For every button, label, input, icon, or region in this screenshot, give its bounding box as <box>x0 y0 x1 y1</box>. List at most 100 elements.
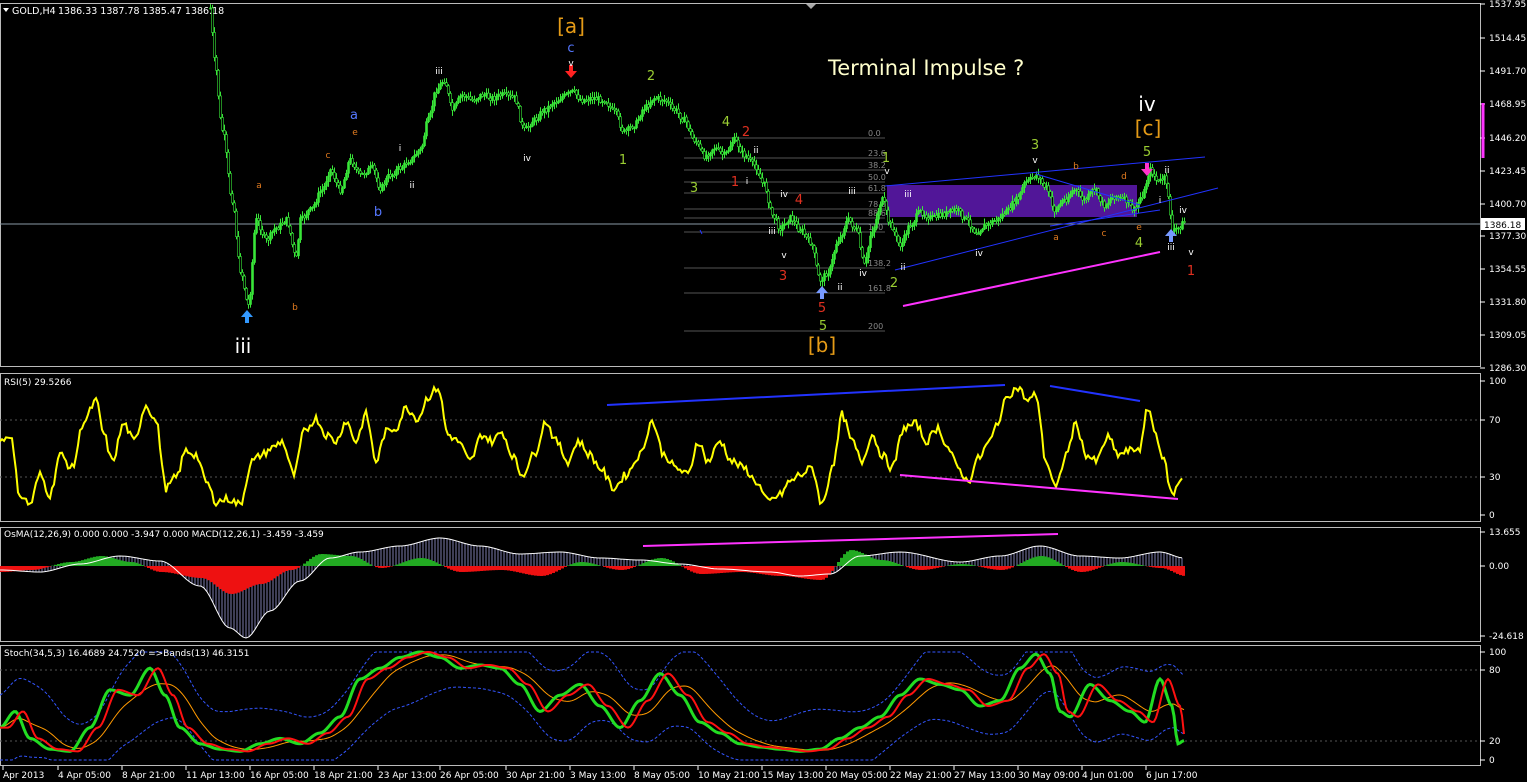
osma-bar <box>321 554 324 566</box>
osma-bar <box>840 557 843 566</box>
osma-bar <box>447 566 450 569</box>
price-candle-body <box>411 157 414 163</box>
stoch-tick-label: 0 <box>1489 756 1495 766</box>
wave-label: c <box>1102 229 1107 239</box>
price-candle-body <box>327 175 330 183</box>
osma-bar <box>1179 566 1182 576</box>
price-candle-body <box>729 145 732 151</box>
macd-label: OsMA(12,26,9) 0.000 0.000 -3.947 0.000 M… <box>4 530 324 540</box>
wave-label: 4 <box>722 115 730 130</box>
price-candle-body <box>843 228 846 236</box>
osma-bar <box>924 566 927 570</box>
osma-bar <box>366 562 369 566</box>
price-candle-body <box>693 137 696 142</box>
price-candle-body <box>659 96 662 101</box>
osma-bar <box>153 566 156 571</box>
price-candle-body <box>925 214 928 218</box>
time-tick-label: 23 Apr 13:00 <box>378 771 437 781</box>
price-candle-body <box>651 100 654 103</box>
price-candle-body <box>819 274 822 282</box>
price-candle-body <box>351 158 354 165</box>
osma-bar <box>690 566 693 572</box>
osma-bar <box>948 565 951 566</box>
osma-bar <box>459 566 462 572</box>
price-candle-body <box>1069 193 1072 198</box>
price-candle-body <box>1049 191 1052 198</box>
wave-label: a <box>350 108 358 123</box>
osma-bar <box>159 566 162 572</box>
osma-bar <box>678 564 681 566</box>
osma-bar <box>906 566 909 568</box>
osma-bar <box>1029 558 1032 566</box>
price-candle-body <box>921 210 924 216</box>
osma-bar <box>918 566 921 570</box>
osma-bar <box>351 556 354 566</box>
osma-bar <box>186 566 189 577</box>
wave-label: v <box>1032 156 1038 166</box>
price-candle-body <box>869 235 872 248</box>
osma-bar <box>1161 566 1164 569</box>
osma-bar <box>132 562 135 566</box>
price-candle-body <box>791 215 794 222</box>
osma-bar <box>3 566 6 572</box>
osma-bar <box>582 562 585 566</box>
price-candle-body <box>981 228 984 232</box>
price-candle-body <box>1123 196 1126 199</box>
osma-bar <box>762 566 765 575</box>
osma-bar <box>402 562 405 566</box>
osma-bar <box>504 566 507 571</box>
osma-bar <box>1017 564 1020 566</box>
price-candle-body <box>893 229 896 233</box>
price-candle-body <box>1055 209 1058 212</box>
wave-label: ii <box>409 181 414 191</box>
osma-bar <box>561 566 564 569</box>
osma-bar <box>279 566 282 575</box>
osma-bar <box>0 566 3 572</box>
osma-bar <box>168 566 171 573</box>
price-candle-body <box>857 227 860 233</box>
wave-label: iv <box>523 154 532 164</box>
price-candle-body <box>1059 203 1062 207</box>
price-candle-body <box>607 102 610 107</box>
price-candle-body <box>561 96 564 101</box>
osma-bar <box>978 566 981 567</box>
price-candle-body <box>865 257 868 264</box>
price-candle-body <box>225 134 228 153</box>
price-candle-body <box>859 232 862 248</box>
osma-bar <box>771 566 774 576</box>
price-candle-body <box>797 224 800 232</box>
osma-bar <box>24 566 27 571</box>
osma-bar <box>45 566 48 568</box>
price-candle-body <box>747 155 750 159</box>
price-candle-body <box>831 259 834 267</box>
osma-bar <box>405 561 408 566</box>
price-candle-body <box>979 231 982 235</box>
osma-bar <box>714 566 717 574</box>
osma-bar <box>498 566 501 571</box>
osma-bar <box>165 566 168 573</box>
osma-bar <box>201 566 204 579</box>
price-candle-body <box>289 225 292 234</box>
osma-bar <box>399 563 402 566</box>
price-candle-body <box>753 160 756 166</box>
osma-bar <box>1086 566 1089 572</box>
osma-bar <box>570 564 573 566</box>
osma-bar <box>900 565 903 566</box>
osma-bar <box>639 564 642 566</box>
price-candle-body <box>333 172 336 179</box>
osma-bar <box>144 566 147 567</box>
time-tick-label: 30 Apr 21:00 <box>506 771 565 781</box>
osma-bar <box>495 566 498 571</box>
osma-bar <box>54 564 57 566</box>
osma-bar <box>309 558 312 566</box>
osma-bar <box>753 566 756 573</box>
osma-bar <box>744 566 747 573</box>
osma-bar <box>591 563 594 566</box>
osma-bar <box>759 566 762 574</box>
osma-bar <box>117 559 120 566</box>
time-tick-label: 26 Apr 05:00 <box>440 771 499 781</box>
osma-bar <box>543 566 546 576</box>
price-candle-body <box>1005 209 1008 215</box>
price-candle-body <box>293 244 296 253</box>
price-candle-body <box>395 169 398 176</box>
